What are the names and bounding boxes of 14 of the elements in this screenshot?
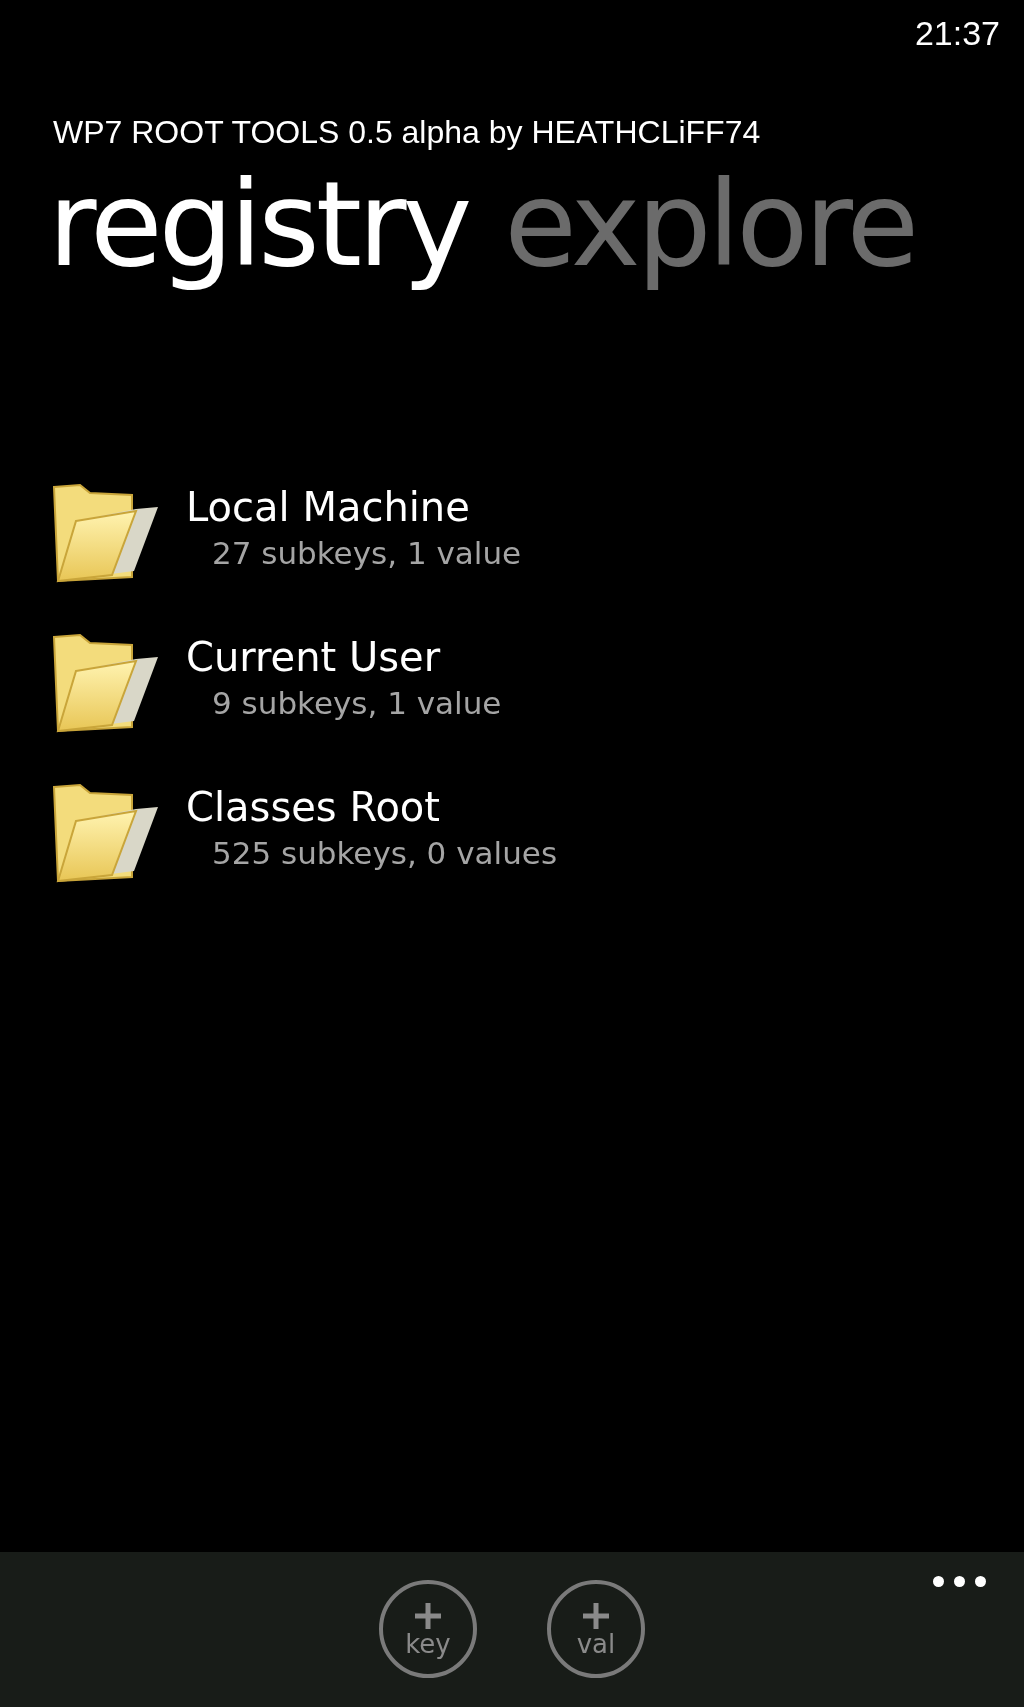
registry-key-detail: 9 subkeys, 1 value	[212, 683, 502, 723]
plus-icon	[581, 1601, 611, 1631]
pivot-tab[interactable]: explore	[504, 157, 916, 293]
registry-key-name[interactable]: Local Machine	[186, 480, 522, 533]
add-button[interactable]: key	[379, 1580, 477, 1678]
registry-key-name[interactable]: Current User	[186, 630, 502, 683]
registry-key-detail: 27 subkeys, 1 value	[212, 533, 522, 573]
pivot-tab[interactable]: registry	[48, 157, 469, 293]
plus-icon	[413, 1601, 443, 1631]
add-button[interactable]: val	[547, 1580, 645, 1678]
registry-key-detail: 525 subkeys, 0 values	[212, 833, 558, 873]
registry-key-name[interactable]: Classes Root	[186, 780, 558, 833]
app-title: WP7 ROOT TOOLS 0.5 alpha by HEATHCLiFF74	[53, 114, 762, 151]
clock-time: 21:37	[914, 14, 1000, 54]
